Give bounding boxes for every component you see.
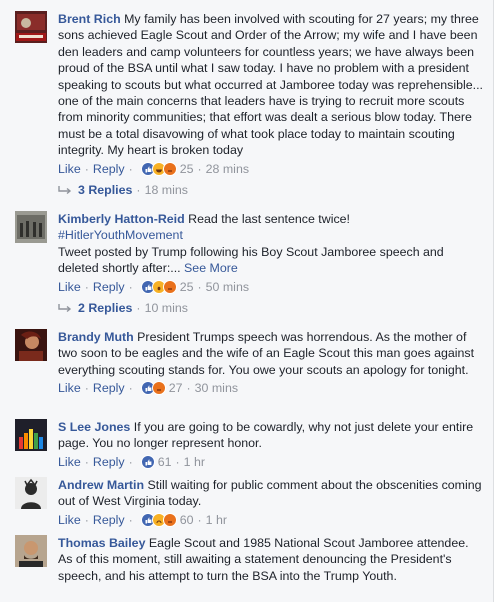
angry-reaction-icon bbox=[162, 279, 177, 294]
comment-actions: Like · Reply · 60 · 1 hr bbox=[58, 512, 227, 528]
commenter-name[interactable]: Andrew Martin bbox=[58, 478, 144, 492]
replies-count[interactable]: 2 Replies bbox=[78, 301, 132, 315]
like-link[interactable]: Like bbox=[58, 512, 81, 528]
comment-text: My family has been involved with scoutin… bbox=[58, 12, 483, 158]
like-link[interactable]: Like bbox=[58, 380, 81, 396]
like-link[interactable]: Like bbox=[58, 279, 81, 295]
replies-time: 10 mins bbox=[144, 301, 188, 315]
like-link[interactable]: Like bbox=[58, 161, 81, 177]
reaction-count[interactable]: 25 bbox=[180, 161, 194, 177]
avatar[interactable] bbox=[15, 11, 47, 43]
reaction-summary[interactable] bbox=[140, 161, 177, 176]
comment-actions: Like · Reply · 25 · 50 mins bbox=[58, 279, 250, 295]
hashtag-link[interactable]: #HitlerYouthMovement bbox=[58, 228, 183, 242]
see-more-link[interactable]: See More bbox=[184, 261, 238, 275]
avatar[interactable] bbox=[15, 535, 47, 567]
angry-reaction-icon bbox=[162, 161, 177, 176]
comment-time[interactable]: 1 hr bbox=[206, 512, 227, 528]
avatar[interactable] bbox=[15, 477, 47, 509]
angry-reaction-icon bbox=[151, 381, 166, 396]
replies-time: 18 mins bbox=[144, 183, 188, 197]
replies-count[interactable]: 3 Replies bbox=[78, 183, 132, 197]
commenter-name[interactable]: S Lee Jones bbox=[58, 420, 130, 434]
reply-arrow-icon bbox=[58, 304, 72, 313]
commenter-name[interactable]: Brandy Muth bbox=[58, 330, 134, 344]
comment-actions: Like · Reply · 27 · 30 mins bbox=[58, 380, 239, 396]
reply-link[interactable]: Reply bbox=[93, 279, 125, 295]
reaction-count[interactable]: 61 bbox=[158, 454, 172, 470]
like-reaction-icon bbox=[140, 455, 155, 470]
comment-actions: Like · Reply · 61 · 1 hr bbox=[58, 454, 205, 470]
like-link[interactable]: Like bbox=[58, 454, 81, 470]
angry-reaction-icon bbox=[162, 513, 177, 528]
comment-time[interactable]: 50 mins bbox=[206, 279, 249, 295]
view-replies[interactable]: 3 Replies · 18 mins bbox=[58, 183, 188, 197]
comment-actions: Like · Reply · 25 · 28 mins bbox=[58, 161, 250, 177]
commenter-name[interactable]: Brent Rich bbox=[58, 12, 121, 26]
reaction-summary[interactable] bbox=[140, 455, 155, 470]
reply-link[interactable]: Reply bbox=[93, 161, 125, 177]
commenter-name[interactable]: Kimberly Hatton-Reid bbox=[58, 212, 185, 226]
comment-text-continued: Tweet posted by Trump following his Boy … bbox=[58, 244, 444, 276]
comments-panel: Brent Rich My family has been involved w… bbox=[0, 0, 494, 602]
reaction-summary[interactable] bbox=[140, 381, 166, 396]
reaction-summary[interactable] bbox=[140, 279, 177, 294]
reply-link[interactable]: Reply bbox=[93, 512, 125, 528]
reply-arrow-icon bbox=[58, 186, 72, 195]
reaction-count[interactable]: 27 bbox=[169, 380, 183, 396]
avatar[interactable] bbox=[15, 329, 47, 361]
reaction-summary[interactable] bbox=[140, 513, 177, 528]
commenter-name[interactable]: Thomas Bailey bbox=[58, 536, 145, 550]
reply-link[interactable]: Reply bbox=[93, 454, 125, 470]
comment-text: Read the last sentence twice! bbox=[188, 212, 350, 226]
comment-time[interactable]: 1 hr bbox=[184, 454, 205, 470]
comment-time[interactable]: 30 mins bbox=[195, 380, 238, 396]
comment-time[interactable]: 28 mins bbox=[206, 161, 249, 177]
reply-link[interactable]: Reply bbox=[93, 380, 125, 396]
reaction-count[interactable]: 60 bbox=[180, 512, 194, 528]
view-replies[interactable]: 2 Replies · 10 mins bbox=[58, 301, 188, 315]
avatar[interactable] bbox=[15, 211, 47, 243]
avatar[interactable] bbox=[15, 419, 47, 451]
reaction-count[interactable]: 25 bbox=[180, 279, 194, 295]
